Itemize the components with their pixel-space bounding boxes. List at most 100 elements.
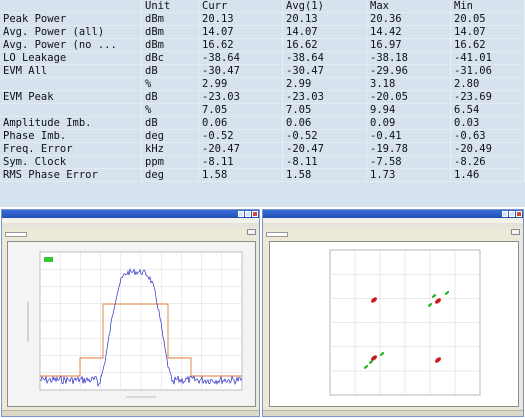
min-cell: -41.01 [450, 51, 525, 65]
row-label: EVM All [0, 64, 142, 78]
spectrum-window [1, 209, 260, 417]
max-cell: 20.36 [366, 12, 451, 26]
control-field[interactable] [5, 232, 27, 237]
avg-cell: -8.11 [282, 155, 367, 169]
maximize-icon[interactable] [245, 211, 251, 217]
min-cell: -20.49 [450, 142, 525, 156]
unit-cell: % [141, 103, 199, 117]
unit-cell: ppm [141, 155, 199, 169]
max-cell: -20.05 [366, 90, 451, 104]
avg-cell: 14.07 [282, 25, 367, 39]
close-icon[interactable] [516, 211, 522, 217]
maximize-icon[interactable] [509, 211, 515, 217]
avg-cell: 20.13 [282, 12, 367, 26]
avg-cell: 16.62 [282, 38, 367, 52]
unit-cell: dBc [141, 51, 199, 65]
row-label: Avg. Power (all) [0, 25, 142, 39]
max-cell: 0.09 [366, 116, 451, 130]
constellation-window [262, 209, 524, 417]
curr-cell: -8.11 [198, 155, 283, 169]
unit-cell: dBm [141, 12, 199, 26]
min-cell: 6.54 [450, 103, 525, 117]
curr-cell: 2.99 [198, 77, 283, 91]
max-cell: -29.96 [366, 64, 451, 78]
unit-cell: dB [141, 90, 199, 104]
control-field[interactable] [266, 232, 288, 237]
table-row: % 7.05 7.05 9.94 6.54 [0, 103, 525, 117]
curr-cell: 14.07 [198, 25, 283, 39]
table-row: Avg. Power (no ... dBm 16.62 16.62 16.97 16.6… [0, 38, 525, 52]
max-cell: 14.42 [366, 25, 451, 39]
row-label: Sym. Clock [0, 155, 142, 169]
min-cell: -31.06 [450, 64, 525, 78]
marker-flag [44, 257, 53, 262]
row-label: Avg. Power (no ... [0, 38, 142, 52]
row-label [0, 103, 142, 117]
header-unit: Unit [141, 0, 199, 13]
max-cell: 1.73 [366, 168, 451, 182]
minimize-icon[interactable] [502, 211, 508, 217]
row-label: Peak Power [0, 12, 142, 26]
control-button[interactable] [247, 229, 256, 235]
table-row: RMS Phase Error deg 1.58 1.58 1.73 1.46 [0, 168, 525, 182]
min-cell: -8.26 [450, 155, 525, 169]
unit-cell: kHz [141, 142, 199, 156]
table-row: Freq. Error kHz -20.47 -20.47 -19.78 -20.49 [0, 142, 525, 156]
curr-cell: 16.62 [198, 38, 283, 52]
unit-cell: dBm [141, 38, 199, 52]
table-row: % 2.99 2.99 3.18 2.80 [0, 77, 525, 91]
row-label: LO Leakage [0, 51, 142, 65]
min-cell: 0.03 [450, 116, 525, 130]
unit-cell: deg [141, 168, 199, 182]
table-row: Sym. Clock ppm -8.11 -8.11 -7.58 -8.26 [0, 155, 525, 169]
row-label: Phase Imb. [0, 129, 142, 143]
row-label: Amplitude Imb. [0, 116, 142, 130]
header-curr: Curr [198, 0, 283, 13]
curr-cell: -30.47 [198, 64, 283, 78]
row-label [0, 77, 142, 91]
avg-cell: -20.47 [282, 142, 367, 156]
avg-cell: 0.06 [282, 116, 367, 130]
spectrum-plot [7, 241, 256, 407]
row-label: EVM Peak [0, 90, 142, 104]
min-cell: 20.05 [450, 12, 525, 26]
status-bar [263, 410, 523, 416]
table-row: Peak Power dBm 20.13 20.13 20.36 20.05 [0, 12, 525, 26]
curr-cell: 20.13 [198, 12, 283, 26]
max-cell: 16.97 [366, 38, 451, 52]
curr-cell: -0.52 [198, 129, 283, 143]
curr-cell: 0.06 [198, 116, 283, 130]
title-bar [2, 210, 259, 218]
header-avg: Avg(1) [282, 0, 367, 13]
close-icon[interactable] [252, 211, 258, 217]
avg-cell: -38.64 [282, 51, 367, 65]
max-cell: 3.18 [366, 77, 451, 91]
table-row: EVM Peak dB -23.03 -23.03 -20.05 -23.69 [0, 90, 525, 104]
table-header-row: Unit Curr Avg(1) Max Min [0, 0, 525, 13]
curr-cell: -23.03 [198, 90, 283, 104]
unit-cell: deg [141, 129, 199, 143]
curr-cell: -20.47 [198, 142, 283, 156]
control-strip [263, 228, 523, 238]
constellation-chart [270, 242, 518, 406]
minimize-icon[interactable] [238, 211, 244, 217]
curr-cell: 7.05 [198, 103, 283, 117]
avg-cell: 1.58 [282, 168, 367, 182]
header-min: Min [450, 0, 525, 13]
max-cell: -7.58 [366, 155, 451, 169]
avg-cell: -30.47 [282, 64, 367, 78]
min-cell: 1.46 [450, 168, 525, 182]
status-bar [2, 410, 259, 416]
unit-cell: % [141, 77, 199, 91]
unit-cell: dBm [141, 25, 199, 39]
unit-cell: dB [141, 64, 199, 78]
table-row: LO Leakage dBc -38.64 -38.64 -38.18 -41.01 [0, 51, 525, 65]
curr-cell: 1.58 [198, 168, 283, 182]
row-label: RMS Phase Error [0, 168, 142, 182]
max-cell: -0.41 [366, 129, 451, 143]
control-button[interactable] [511, 229, 520, 235]
max-cell: 9.94 [366, 103, 451, 117]
min-cell: 2.80 [450, 77, 525, 91]
min-cell: -0.63 [450, 129, 525, 143]
header-cell [0, 0, 142, 13]
